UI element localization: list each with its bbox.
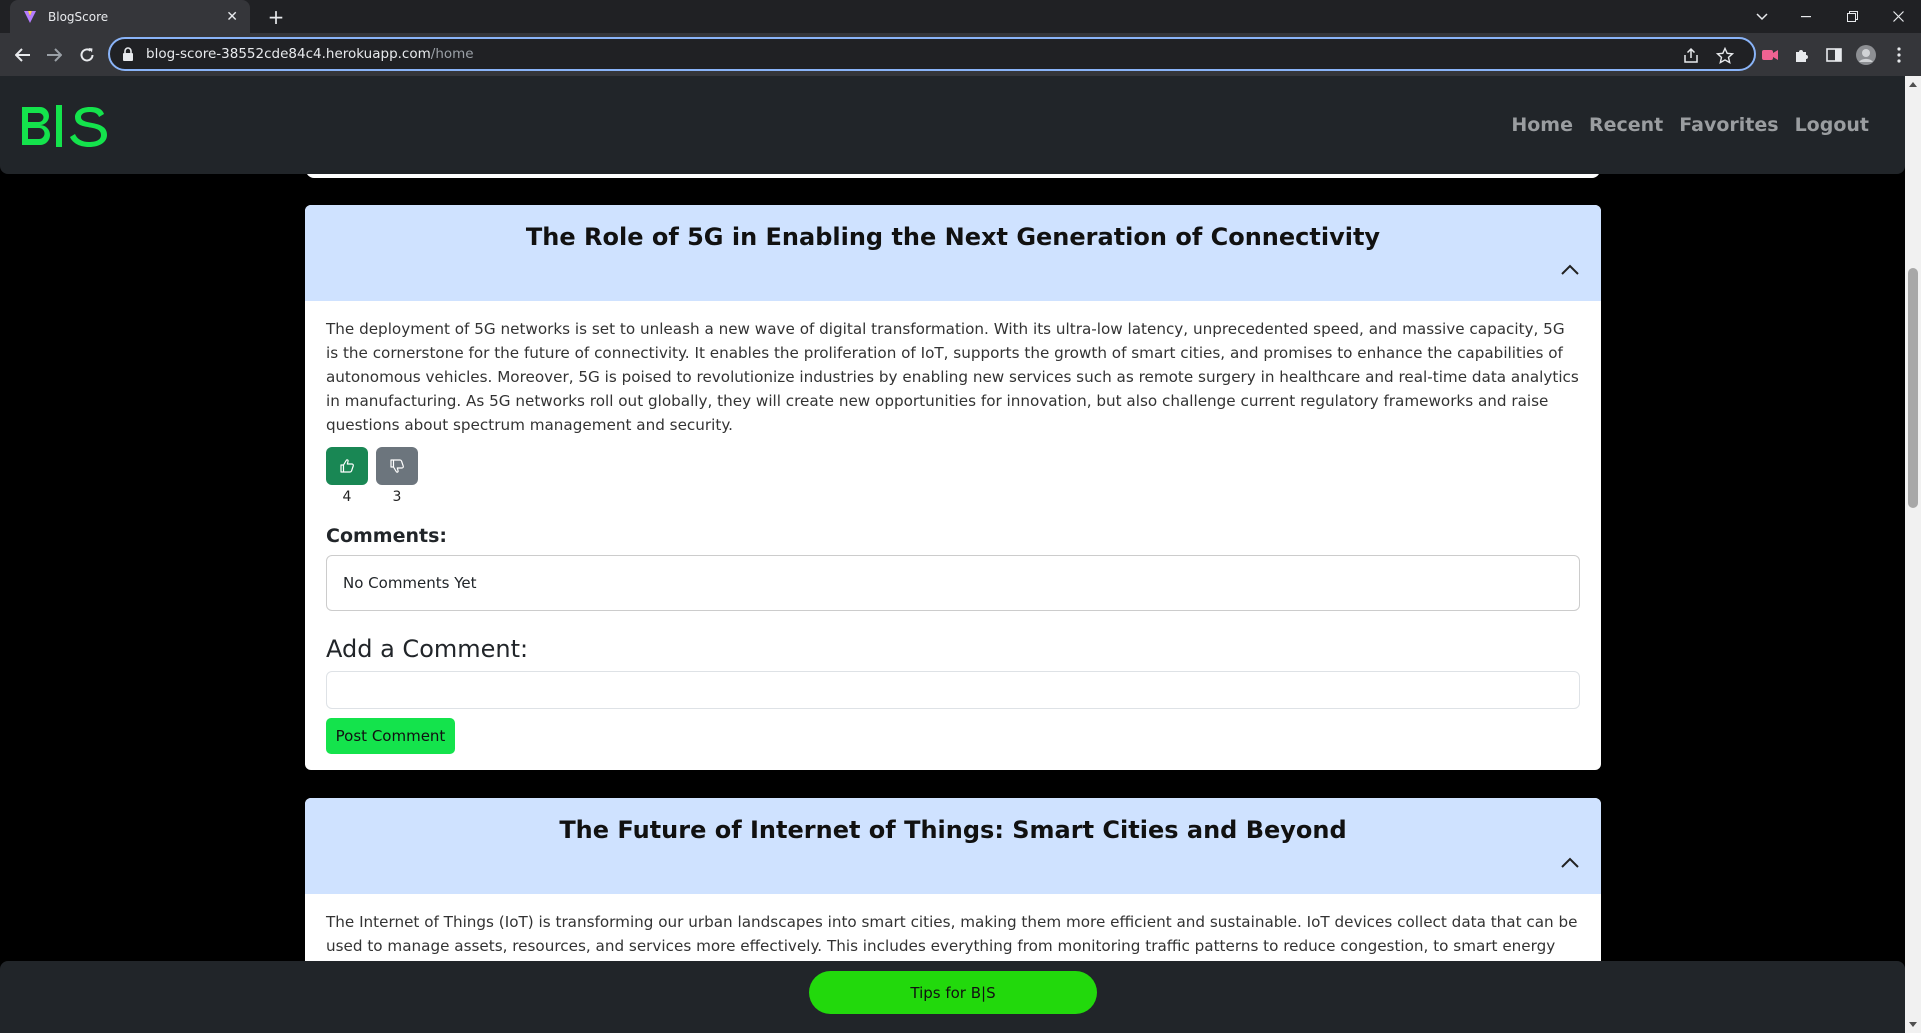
dislike-count: 3 [392, 489, 402, 505]
screen-recorder-extension-icon[interactable] [1760, 45, 1780, 65]
comments-list: No Comments Yet [326, 555, 1580, 611]
restore-icon[interactable] [1829, 0, 1875, 33]
new-tab-button[interactable]: + [264, 5, 288, 29]
browser-tab-bar: BlogScore ✕ + [0, 0, 1921, 33]
address-bar[interactable]: blog-score-38552cde84c4.herokuapp.com/ho… [108, 37, 1756, 71]
like-group: 4 [326, 447, 368, 505]
vote-controls: 4 3 [326, 447, 1580, 505]
lock-icon [122, 46, 136, 62]
extensions-puzzle-icon[interactable] [1792, 45, 1812, 65]
comment-input[interactable] [326, 671, 1580, 709]
dislike-group: 3 [376, 447, 418, 505]
post-comment-button[interactable]: Post Comment [326, 718, 455, 754]
url-text: blog-score-38552cde84c4.herokuapp.com/ho… [146, 46, 474, 62]
tab-title: BlogScore [48, 9, 109, 24]
browser-menu-icon[interactable] [1889, 45, 1909, 65]
nav-favorites[interactable]: Favorites [1679, 114, 1778, 136]
tab-search-chevron-icon[interactable] [1739, 0, 1785, 33]
post-card: The Role of 5G in Enabling the Next Gene… [305, 205, 1601, 770]
forward-arrow-icon[interactable] [41, 42, 67, 68]
tips-button[interactable]: Tips for B|S [809, 971, 1097, 1014]
no-comments-text: No Comments Yet [343, 574, 477, 592]
url-host: blog-score-38552cde84c4.herokuapp.com [146, 46, 431, 62]
window-close-icon[interactable] [1875, 0, 1921, 33]
nav-home[interactable]: Home [1511, 114, 1573, 136]
like-button[interactable] [326, 447, 368, 485]
tab-close-icon[interactable]: ✕ [226, 9, 238, 25]
chevron-up-icon[interactable] [1559, 263, 1581, 277]
url-path: /home [430, 46, 474, 62]
scroll-up-arrow-icon[interactable] [1909, 82, 1917, 87]
share-icon[interactable] [1682, 47, 1700, 65]
site-navbar: Home Recent Favorites Logout [0, 76, 1905, 174]
site-nav-links: Home Recent Favorites Logout [1511, 114, 1869, 136]
post-title: The Future of Internet of Things: Smart … [559, 816, 1347, 844]
scrollbar-thumb[interactable] [1908, 268, 1918, 508]
browser-toolbar: blog-score-38552cde84c4.herokuapp.com/ho… [0, 33, 1921, 76]
post-card-header[interactable]: The Future of Internet of Things: Smart … [305, 798, 1601, 894]
brand-logo[interactable] [18, 104, 108, 152]
chevron-up-icon[interactable] [1559, 856, 1581, 870]
scroll-down-arrow-icon[interactable] [1909, 1022, 1917, 1027]
add-comment-heading: Add a Comment: [326, 635, 529, 663]
browser-tab[interactable]: BlogScore ✕ [10, 0, 250, 33]
nav-logout[interactable]: Logout [1795, 114, 1869, 136]
post-card-header[interactable]: The Role of 5G in Enabling the Next Gene… [305, 205, 1601, 301]
dislike-button[interactable] [376, 447, 418, 485]
profile-avatar[interactable] [1856, 45, 1876, 65]
nav-recent[interactable]: Recent [1589, 114, 1663, 136]
post-body: The deployment of 5G networks is set to … [326, 320, 1579, 434]
side-panel-icon[interactable] [1824, 45, 1844, 65]
page-viewport: Home Recent Favorites Logout The Role of… [0, 76, 1905, 1033]
page-scrollbar[interactable] [1905, 76, 1921, 1033]
bookmark-star-icon[interactable] [1715, 46, 1735, 65]
back-arrow-icon[interactable] [10, 42, 36, 68]
blogscore-favicon-icon [22, 9, 38, 25]
comments-heading: Comments: [326, 525, 447, 547]
post-title: The Role of 5G in Enabling the Next Gene… [525, 223, 1381, 251]
thumbs-down-icon [390, 459, 404, 473]
footer-bar: Tips for B|S [0, 961, 1905, 1033]
reload-icon[interactable] [74, 42, 100, 68]
thumbs-up-icon [340, 459, 354, 473]
post-card-body: The deployment of 5G networks is set to … [305, 301, 1601, 770]
like-count: 4 [342, 489, 352, 505]
minimize-icon[interactable] [1783, 0, 1829, 33]
